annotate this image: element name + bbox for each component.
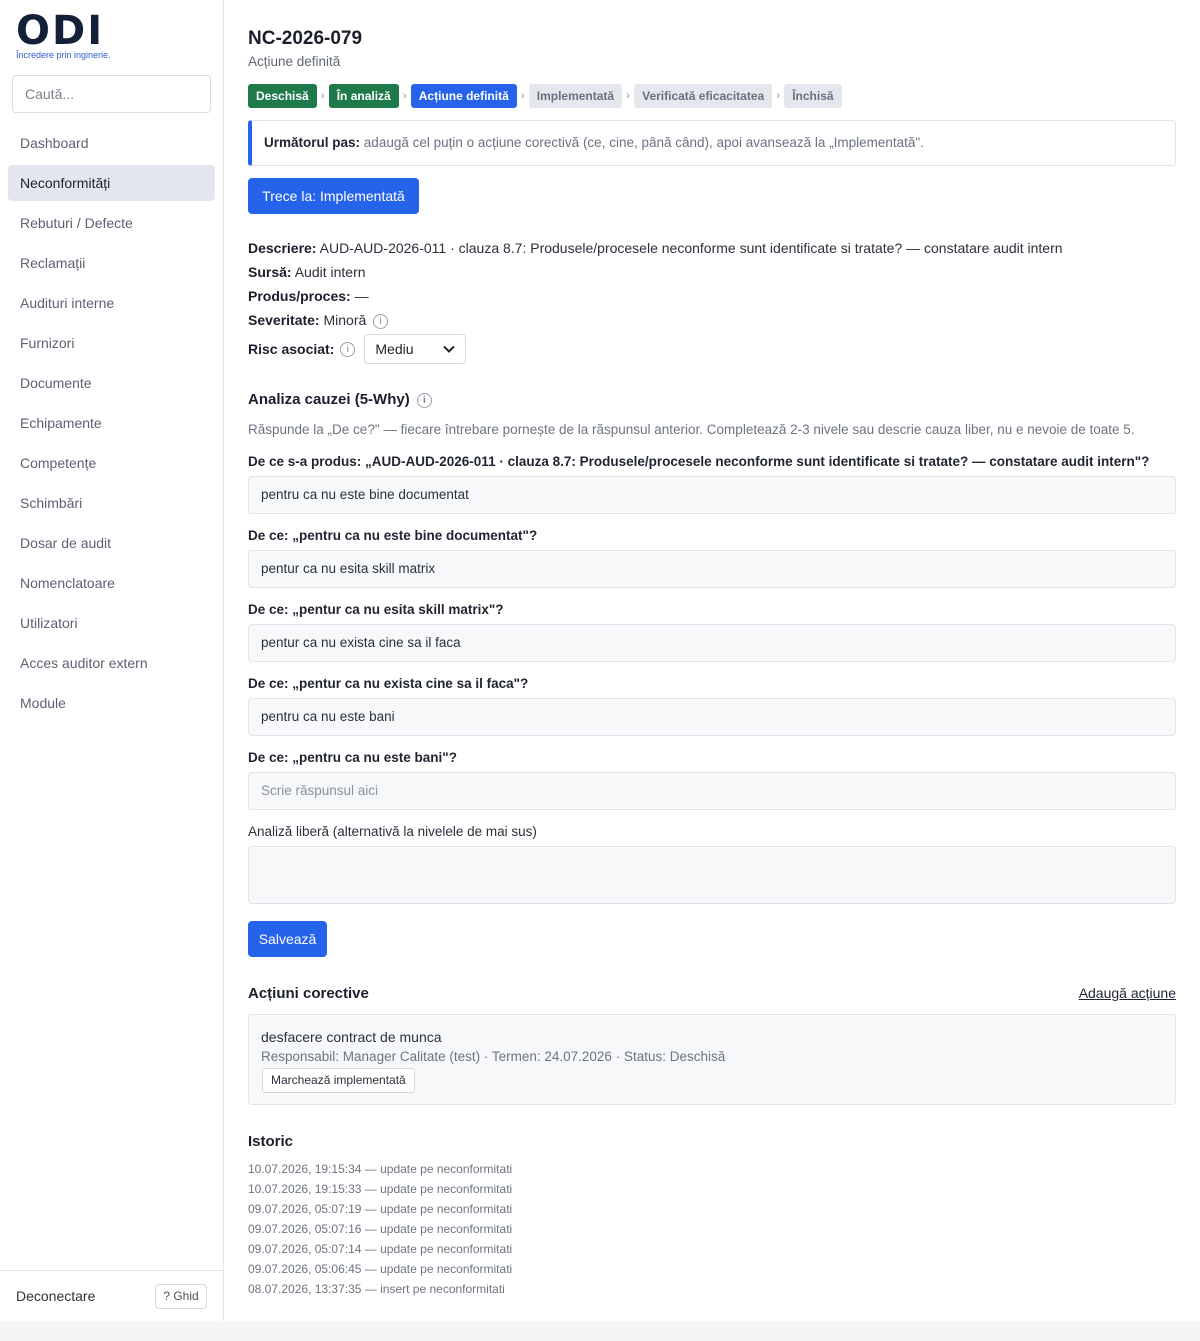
history-entry: 09.07.2026, 05:06:45 — update pe neconfo… (248, 1262, 513, 1276)
source-value: Audit intern (294, 264, 366, 280)
sidebar-item[interactable]: Dosar de audit (8, 525, 215, 561)
description-value: AUD-AUD-2026-011 · clauza 8.7: Produsele… (319, 240, 1063, 256)
step-separator-icon: › (776, 90, 781, 102)
risk-select[interactable]: Mediu (364, 334, 467, 364)
sidebar: ODI Încredere prin inginerie. Dashboard N… (0, 0, 224, 1321)
why-answer-input[interactable]: pentur ca nu esita skill matrix (248, 550, 1176, 588)
action-meta: Responsabil: Manager Calitate (test) · T… (261, 1049, 726, 1064)
why-answer-input[interactable]: Scrie răspunsul aici (248, 772, 1176, 810)
free-analysis-label: Analiză liberă (alternativă la nivelele … (248, 824, 537, 839)
severity-value: Minoră (323, 312, 367, 328)
workflow-stepper: Deschisă › În analiză › Acțiune definită › Imp… (248, 84, 842, 108)
root-cause-title: Analiza cauzei (5-Why) i (248, 391, 432, 408)
workflow-step: Verificată eficacitatea (634, 84, 773, 108)
sidebar-item[interactable]: Echipamente (8, 405, 215, 441)
sidebar-item[interactable]: Module (8, 685, 215, 721)
logo-tagline: Încredere prin inginerie. (16, 50, 111, 60)
product-label: Produs/proces: (248, 288, 351, 304)
source-row: Sursă: Audit intern (248, 262, 1178, 286)
workflow-step: Acțiune definită (410, 84, 517, 108)
why-question: De ce: „pentru ca nu este bani"? (248, 750, 457, 765)
chevron-down-icon (443, 345, 456, 353)
history-entry: 09.07.2026, 05:07:16 — update pe neconfo… (248, 1222, 513, 1236)
severity-row: Severitate: Minoră i (248, 310, 1178, 334)
sidebar-item[interactable]: Acces auditor extern (8, 645, 215, 681)
why-question: De ce: „pentur ca nu exista cine sa il f… (248, 676, 529, 691)
workflow-step: Implementată (528, 84, 623, 108)
sidebar-item[interactable]: Audituri interne (8, 285, 215, 321)
nc-details: Descriere: AUD-AUD-2026-011 · clauza 8.7… (248, 238, 1178, 334)
sidebar-item[interactable]: Reclamații (8, 245, 215, 281)
free-analysis-textarea[interactable] (248, 846, 1176, 904)
next-step-label: Următorul pas: (264, 135, 361, 150)
page-title: NC-2026-079 (248, 28, 363, 49)
sidebar-item[interactable]: Schimbări (8, 485, 215, 521)
sidebar-item[interactable]: Neconformități (8, 165, 215, 201)
workflow-step: Închisă (784, 84, 842, 108)
mark-implemented-button[interactable]: Marchează implementată (262, 1068, 415, 1093)
root-cause-help: Răspunde la „De ce?" — fiecare întrebare… (248, 422, 1135, 437)
workflow-step: Deschisă (248, 84, 317, 108)
next-step-callout: Următorul pas: adaugă cel puțin o acțiun… (248, 120, 1176, 166)
step-separator-icon: › (626, 90, 630, 102)
sidebar-item[interactable]: Furnizori (8, 325, 215, 361)
why-question: De ce: „pentru ca nu este bine documenta… (248, 528, 538, 543)
app-shell: ODI Încredere prin inginerie. DashboardN… (0, 0, 1200, 1321)
description-label: Descriere: (248, 240, 317, 256)
sidebar-nav: Dashboard Neconformități Rebuturi / Defect… (8, 125, 215, 725)
why-answer-input[interactable]: pentru ca nu este bani (248, 698, 1176, 736)
sidebar-item[interactable]: Dashboard (8, 125, 215, 161)
logout-link[interactable]: Deconectare (16, 1288, 95, 1304)
step-separator-icon: › (520, 90, 525, 102)
risk-select-value: Mediu (375, 341, 414, 357)
history-entry: 09.07.2026, 05:07:19 — update pe neconfo… (248, 1202, 513, 1216)
history-list: 10.07.2026, 19:15:34 — update pe neconfo… (248, 1159, 512, 1299)
sidebar-item[interactable]: Nomenclatoare (8, 565, 215, 601)
history-title: Istoric (248, 1133, 294, 1150)
why-question: De ce s-a produs: „AUD-AUD-2026-011 · cl… (248, 454, 1150, 469)
why-answer-input[interactable]: pentru ca nu este bine documentat (248, 476, 1176, 514)
corrective-action-card: desfacere contract de munca Responsabil:… (248, 1014, 1176, 1105)
guide-button[interactable]: ? Ghid (155, 1284, 207, 1309)
root-cause-info-icon[interactable]: i (416, 393, 432, 408)
risk-label: Risc asociat: (248, 341, 335, 357)
history-entry: 09.07.2026, 05:07:14 — update pe neconfo… (248, 1242, 513, 1256)
description-row: Descriere: AUD-AUD-2026-011 · clauza 8.7… (248, 238, 1178, 262)
why-question: De ce: „pentur ca nu esita skill matrix"… (248, 602, 504, 617)
sidebar-item[interactable]: Rebuturi / Defecte (8, 205, 215, 241)
why-answer-input[interactable]: pentur ca nu exista cine sa il faca (248, 624, 1176, 662)
step-separator-icon: › (402, 90, 407, 102)
search-input[interactable] (12, 75, 211, 113)
risk-info-icon[interactable]: i (340, 341, 356, 357)
step-separator-icon: › (320, 90, 325, 102)
advance-status-button[interactable]: Trece la: Implementată (248, 178, 419, 214)
page-subtitle: Acțiune definită (248, 54, 341, 69)
workflow-step: În analiză (328, 84, 399, 108)
corrective-actions-title: Acțiuni corective (248, 985, 369, 1002)
logo-mark: ODI (16, 8, 105, 54)
sidebar-item[interactable]: Utilizatori (8, 605, 215, 641)
history-entry: 10.07.2026, 19:15:34 — update pe neconfo… (248, 1162, 513, 1176)
severity-label: Severitate: (248, 312, 320, 328)
product-value: — (354, 288, 369, 304)
risk-row: Risc asociat: i Mediu (248, 334, 467, 364)
history-entry: 10.07.2026, 19:15:33 — update pe neconfo… (248, 1182, 513, 1196)
source-label: Sursă: (248, 264, 292, 280)
product-row: Produs/proces: — (248, 286, 1178, 310)
history-entry: 08.07.2026, 13:37:35 — insert pe neconfo… (248, 1282, 505, 1296)
root-cause-title-text: Analiza cauzei (5-Why) (248, 391, 410, 408)
sidebar-item[interactable]: Competențe (8, 445, 215, 481)
next-step-text: adaugă cel puțin o acțiune corectivă (ce… (363, 135, 924, 150)
logo[interactable]: ODI Încredere prin inginerie. (16, 8, 176, 64)
sidebar-item[interactable]: Documente (8, 365, 215, 401)
severity-info-icon[interactable]: i (373, 314, 389, 329)
save-button[interactable]: Salvează (248, 921, 327, 957)
main-content: NC-2026-079 Acțiune definită Deschisă › În… (224, 0, 1200, 1321)
add-action-link[interactable]: Adaugă acțiune (1079, 985, 1176, 1001)
sidebar-footer: Deconectare ? Ghid (0, 1270, 223, 1321)
action-name: desfacere contract de munca (261, 1029, 442, 1045)
